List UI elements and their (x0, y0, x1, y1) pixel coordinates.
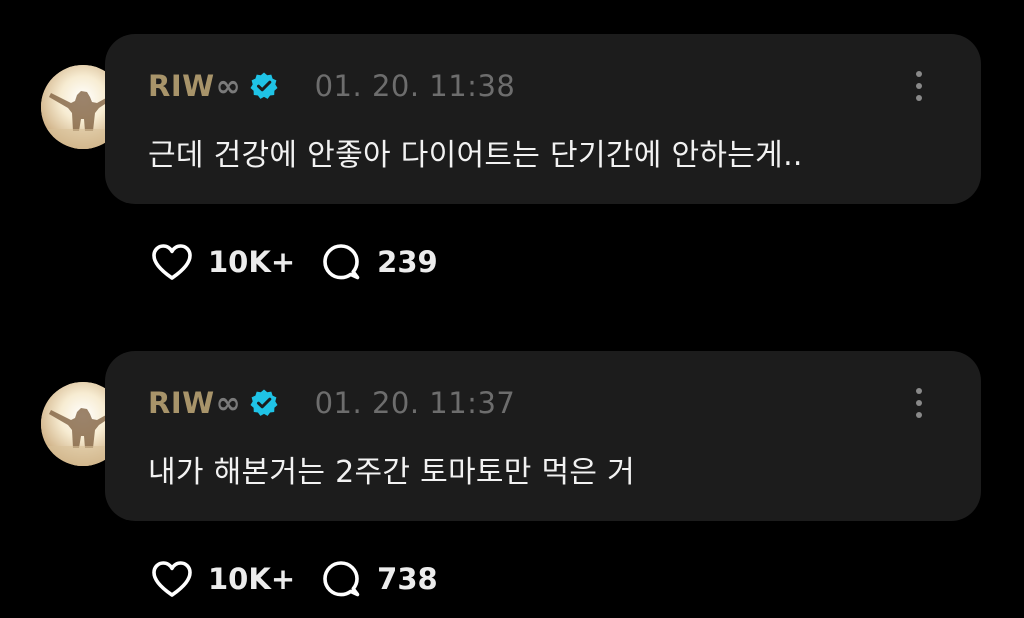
like-count: 10K+ (208, 562, 296, 596)
heart-icon (150, 559, 194, 599)
comment-button[interactable]: 239 (319, 241, 438, 283)
post-content: 내가 해본거는 2주간 토마토만 먹은 거 (148, 455, 636, 490)
comment-bubble-icon (319, 558, 363, 600)
reply-bubble: RIW ∞ 01. 20. 11:37 내가 해본거는 2주간 토마토만 먹은 … (105, 351, 981, 521)
comment-bubble-icon (319, 241, 363, 283)
more-options-button[interactable] (909, 386, 929, 422)
like-button[interactable]: 10K+ (150, 242, 295, 282)
comment-count: 738 (377, 562, 438, 596)
more-options-button[interactable] (909, 69, 929, 105)
post-header: RIW ∞ 01. 20. 11:38 (148, 68, 515, 104)
heart-icon (150, 242, 194, 282)
verified-badge-icon (249, 388, 279, 418)
username[interactable]: RIW (148, 386, 215, 420)
post-header: RIW ∞ 01. 20. 11:37 (148, 385, 515, 421)
username[interactable]: RIW (148, 69, 215, 103)
timestamp: 01. 20. 11:38 (314, 69, 516, 103)
timestamp: 01. 20. 11:37 (314, 386, 516, 420)
like-button[interactable]: 10K+ (150, 559, 295, 599)
reply-bubble: RIW ∞ 01. 20. 11:38 근데 건강에 안좋아 다이어트는 단기간… (105, 34, 981, 204)
username-suffix: ∞ (215, 385, 241, 421)
post-content: 근데 건강에 안좋아 다이어트는 단기간에 안하는게.. (148, 138, 803, 173)
post-actions: 10K+ 239 (150, 240, 438, 284)
like-count: 10K+ (208, 245, 296, 279)
username-suffix: ∞ (215, 68, 241, 104)
verified-badge-icon (249, 71, 279, 101)
comment-button[interactable]: 738 (319, 558, 438, 600)
post-actions: 10K+ 738 (150, 557, 438, 601)
comment-count: 239 (377, 245, 438, 279)
